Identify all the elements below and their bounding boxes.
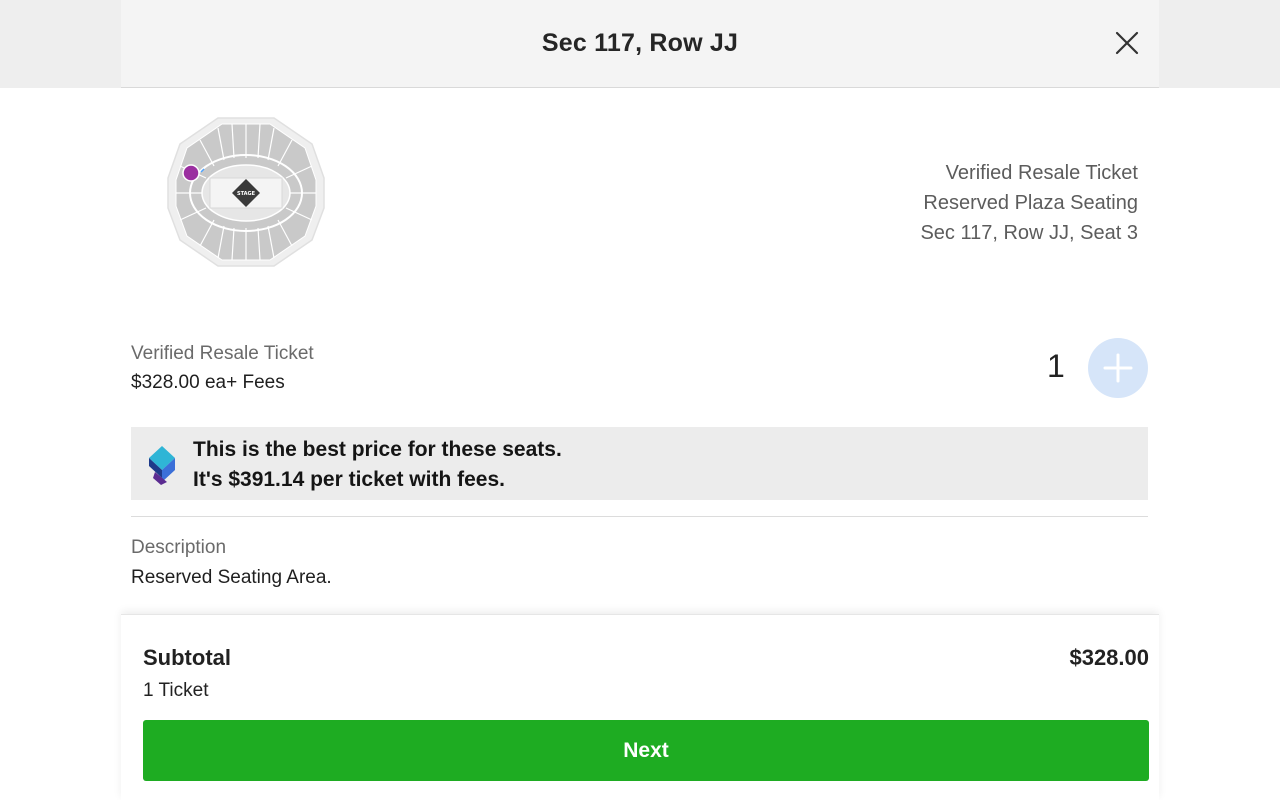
ticket-info-type: Verified Resale Ticket xyxy=(945,162,1138,184)
close-button[interactable] xyxy=(1111,27,1143,59)
page-backdrop-right xyxy=(1159,0,1280,88)
checkout-footer: Subtotal $328.00 1 Ticket Next xyxy=(121,614,1159,800)
ticket-info-seat: Sec 117, Row JJ, Seat 3 xyxy=(920,222,1138,244)
arena-map-graphic: STAGE xyxy=(167,117,325,267)
ticket-detail-modal: Sec 117, Row JJ STAGE Verified Resale Ti… xyxy=(121,0,1159,800)
ticket-info-seating: Reserved Plaza Seating xyxy=(923,192,1138,214)
best-price-line2: It's $391.14 per ticket with fees. xyxy=(193,468,505,491)
listing-type: Verified Resale Ticket xyxy=(131,343,314,364)
modal-header: Sec 117, Row JJ xyxy=(121,0,1159,88)
best-price-line1: This is the best price for these seats. xyxy=(193,438,562,461)
stage-label: STAGE xyxy=(237,191,256,197)
listing-price: $328.00 ea+ Fees xyxy=(131,372,285,393)
description-label: Description xyxy=(131,537,227,558)
close-icon xyxy=(1115,31,1139,55)
modal-title: Sec 117, Row JJ xyxy=(541,29,739,57)
seat-map: STAGE xyxy=(166,116,326,268)
selected-section-marker xyxy=(182,164,200,182)
section-divider xyxy=(131,516,1148,517)
ticket-count: 1 Ticket xyxy=(143,680,209,701)
subtotal-amount: $328.00 xyxy=(1069,645,1149,670)
best-price-banner: This is the best price for these seats. … xyxy=(131,427,1148,500)
quantity-value: 1 xyxy=(1047,348,1065,384)
ticket-listing: Verified Resale Ticket $328.00 ea+ Fees xyxy=(131,340,314,398)
best-price-text: This is the best price for these seats. … xyxy=(193,435,562,495)
subtotal-label: Subtotal xyxy=(143,645,231,670)
description-text: Reserved Seating Area. xyxy=(131,567,332,588)
next-button[interactable]: Next xyxy=(143,720,1149,781)
plus-icon xyxy=(1103,353,1133,383)
ticket-deal-icon xyxy=(149,446,175,485)
page-backdrop-left xyxy=(0,0,121,88)
ticket-info: Verified Resale Ticket Reserved Plaza Se… xyxy=(920,158,1138,248)
add-ticket-button[interactable] xyxy=(1088,338,1148,398)
